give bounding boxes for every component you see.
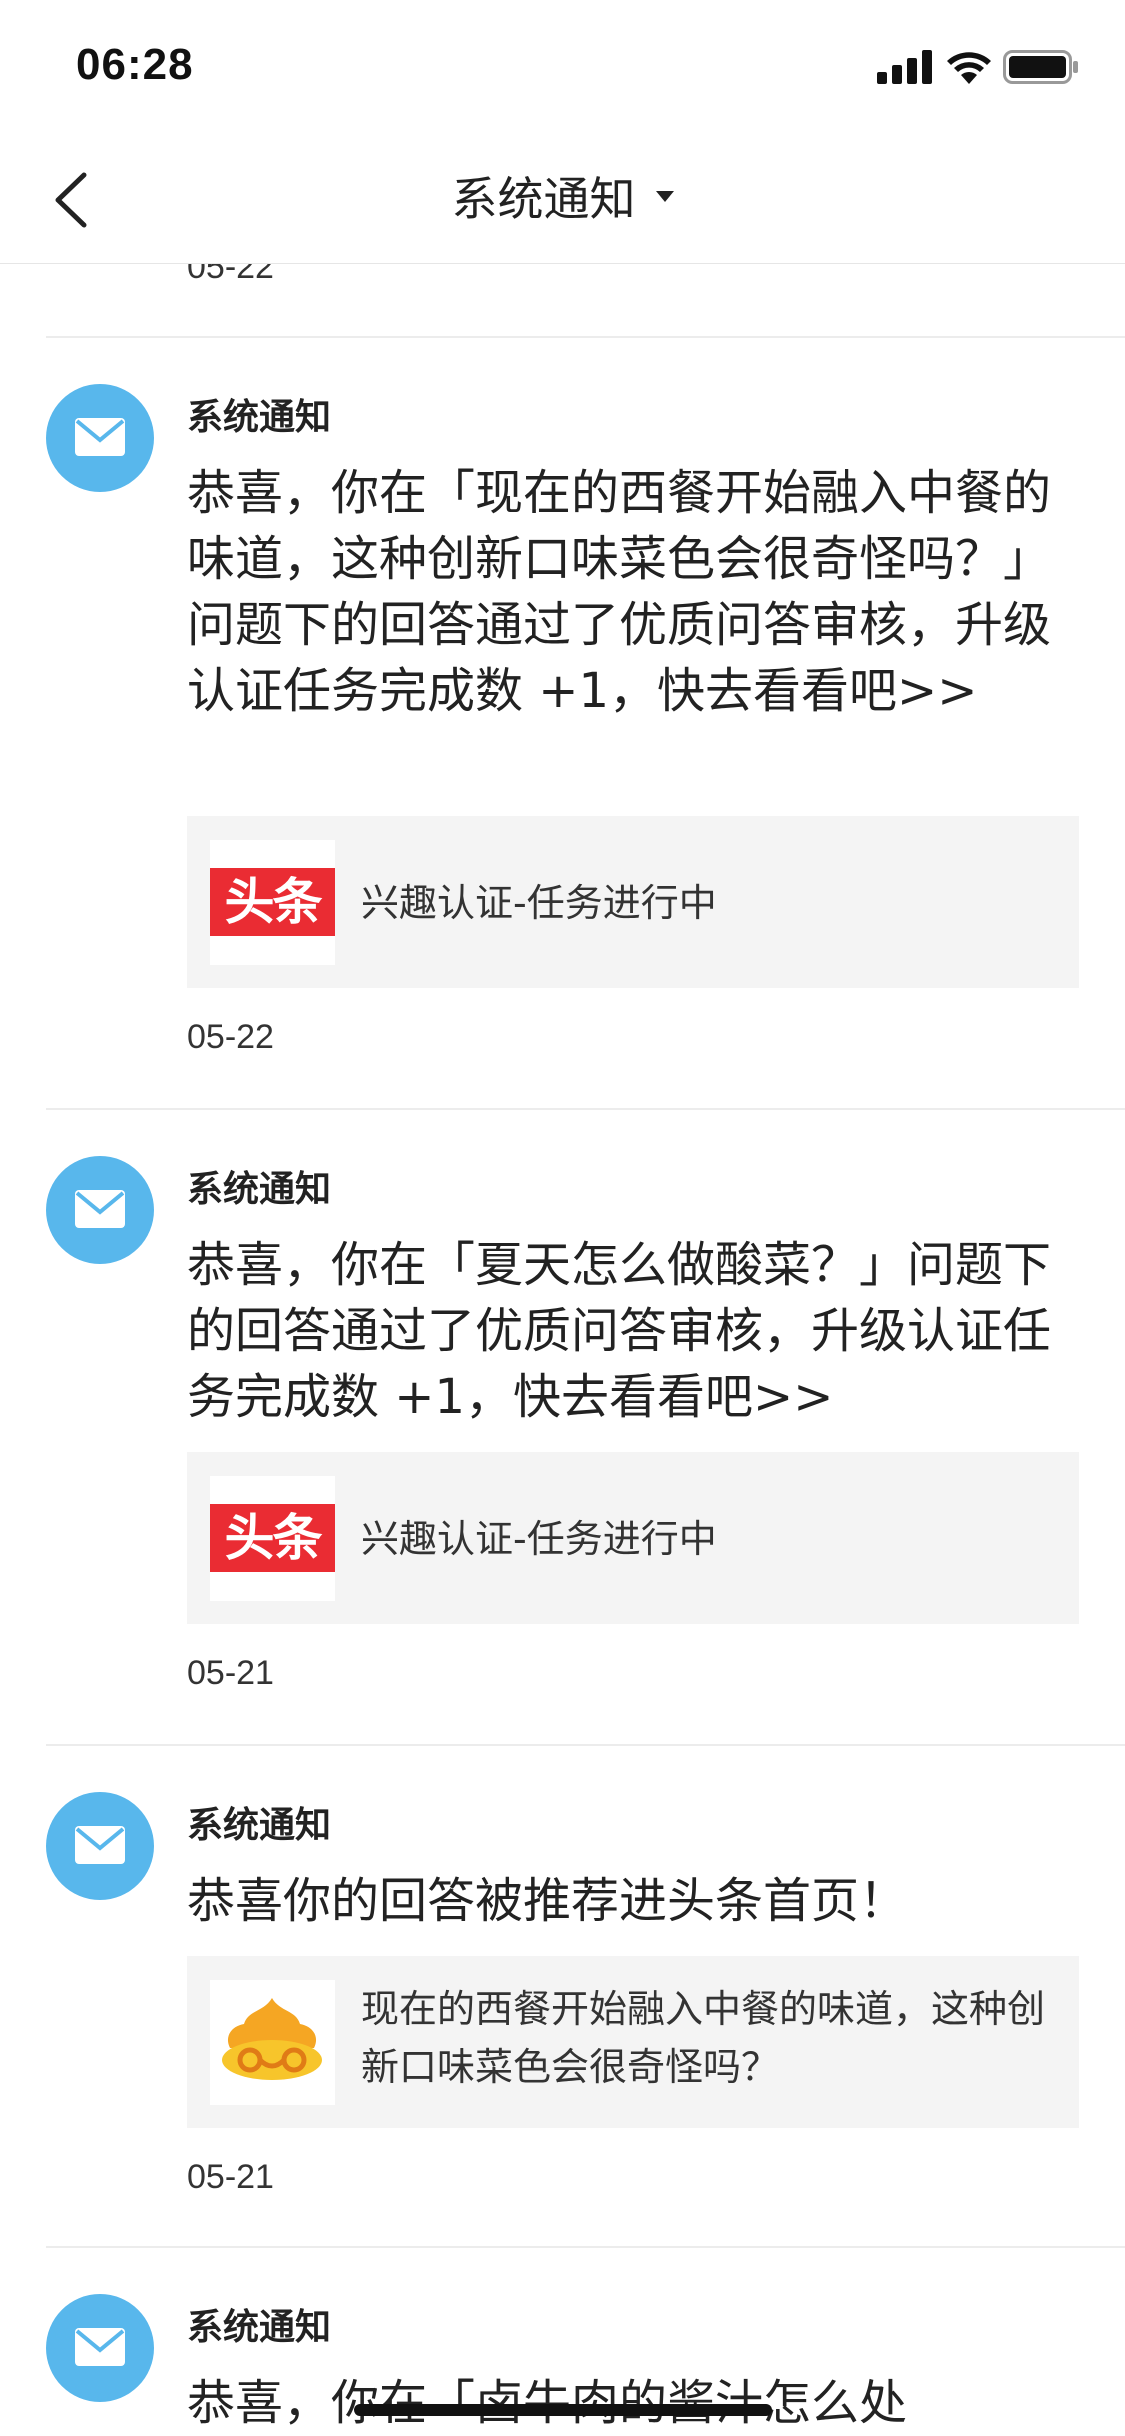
sender-name: 系统通知: [187, 1805, 332, 1846]
wifi-icon: [947, 52, 991, 84]
sender-name: 系统通知: [187, 1169, 332, 1210]
task-card[interactable]: 头条 兴趣认证-任务进行中: [187, 816, 1079, 988]
home-indicator[interactable]: [354, 2404, 772, 2416]
golden-cloud-icon: [222, 1998, 322, 2080]
avatar: [46, 2294, 154, 2402]
notification-message[interactable]: 恭喜，你在「夏天怎么做酸菜？」问题下的回答通过了优质问答审核，升级认证任务完成数…: [187, 1232, 1082, 1430]
envelope-icon: [75, 2328, 125, 2366]
divider: [46, 2246, 1125, 2248]
divider: [46, 336, 1125, 338]
notification-message[interactable]: 恭喜你的回答被推荐进头条首页！: [187, 1868, 1082, 1934]
card-text: 兴趣认证-任务进行中: [361, 1517, 717, 1561]
avatar: [46, 1156, 154, 1264]
sender-name: 系统通知: [187, 397, 332, 438]
card-thumbnail: [210, 1980, 335, 2105]
notification-date: 05-22: [187, 1018, 274, 1056]
notification-date: 05-21: [187, 2158, 274, 2196]
envelope-icon: [75, 1826, 125, 1864]
envelope-icon: [75, 1190, 125, 1228]
avatar: [46, 384, 154, 492]
page-title: 系统通知: [451, 172, 636, 226]
avatar: [46, 1792, 154, 1900]
toutiao-logo: 头条: [210, 868, 335, 936]
sender-name: 系统通知: [187, 2307, 332, 2348]
task-card[interactable]: 头条 兴趣认证-任务进行中: [187, 1452, 1079, 1624]
signal-icon: [877, 50, 932, 84]
notification-message[interactable]: 恭喜，你在「现在的西餐开始融入中餐的味道，这种创新口味菜色会很奇怪吗？」问题下的…: [187, 460, 1082, 724]
card-text: 兴趣认证-任务进行中: [361, 881, 717, 925]
caret-down-icon: [655, 190, 674, 202]
status-bar: 06:28: [0, 0, 1125, 135]
nav-bar: 系统通知: [0, 135, 1125, 264]
card-thumbnail: 头条: [210, 1476, 335, 1601]
status-time: 06:28: [76, 40, 194, 89]
nav-title-dropdown[interactable]: 系统通知: [0, 163, 1125, 229]
notification-date: 05-21: [187, 1654, 274, 1692]
card-text: 现在的西餐开始融入中餐的味道，这种创新口味菜色会很奇怪吗？: [361, 1987, 1046, 2089]
toutiao-logo: 头条: [210, 1504, 335, 1572]
card-thumbnail: 头条: [210, 840, 335, 965]
divider: [46, 1744, 1125, 1746]
notification-message[interactable]: 恭喜，你在「卤牛肉的酱汁怎么处: [187, 2370, 1082, 2436]
envelope-icon: [75, 418, 125, 456]
divider: [46, 1108, 1125, 1110]
battery-icon: [1003, 50, 1078, 84]
article-card[interactable]: 现在的西餐开始融入中餐的味道，这种创新口味菜色会很奇怪吗？: [187, 1956, 1079, 2128]
